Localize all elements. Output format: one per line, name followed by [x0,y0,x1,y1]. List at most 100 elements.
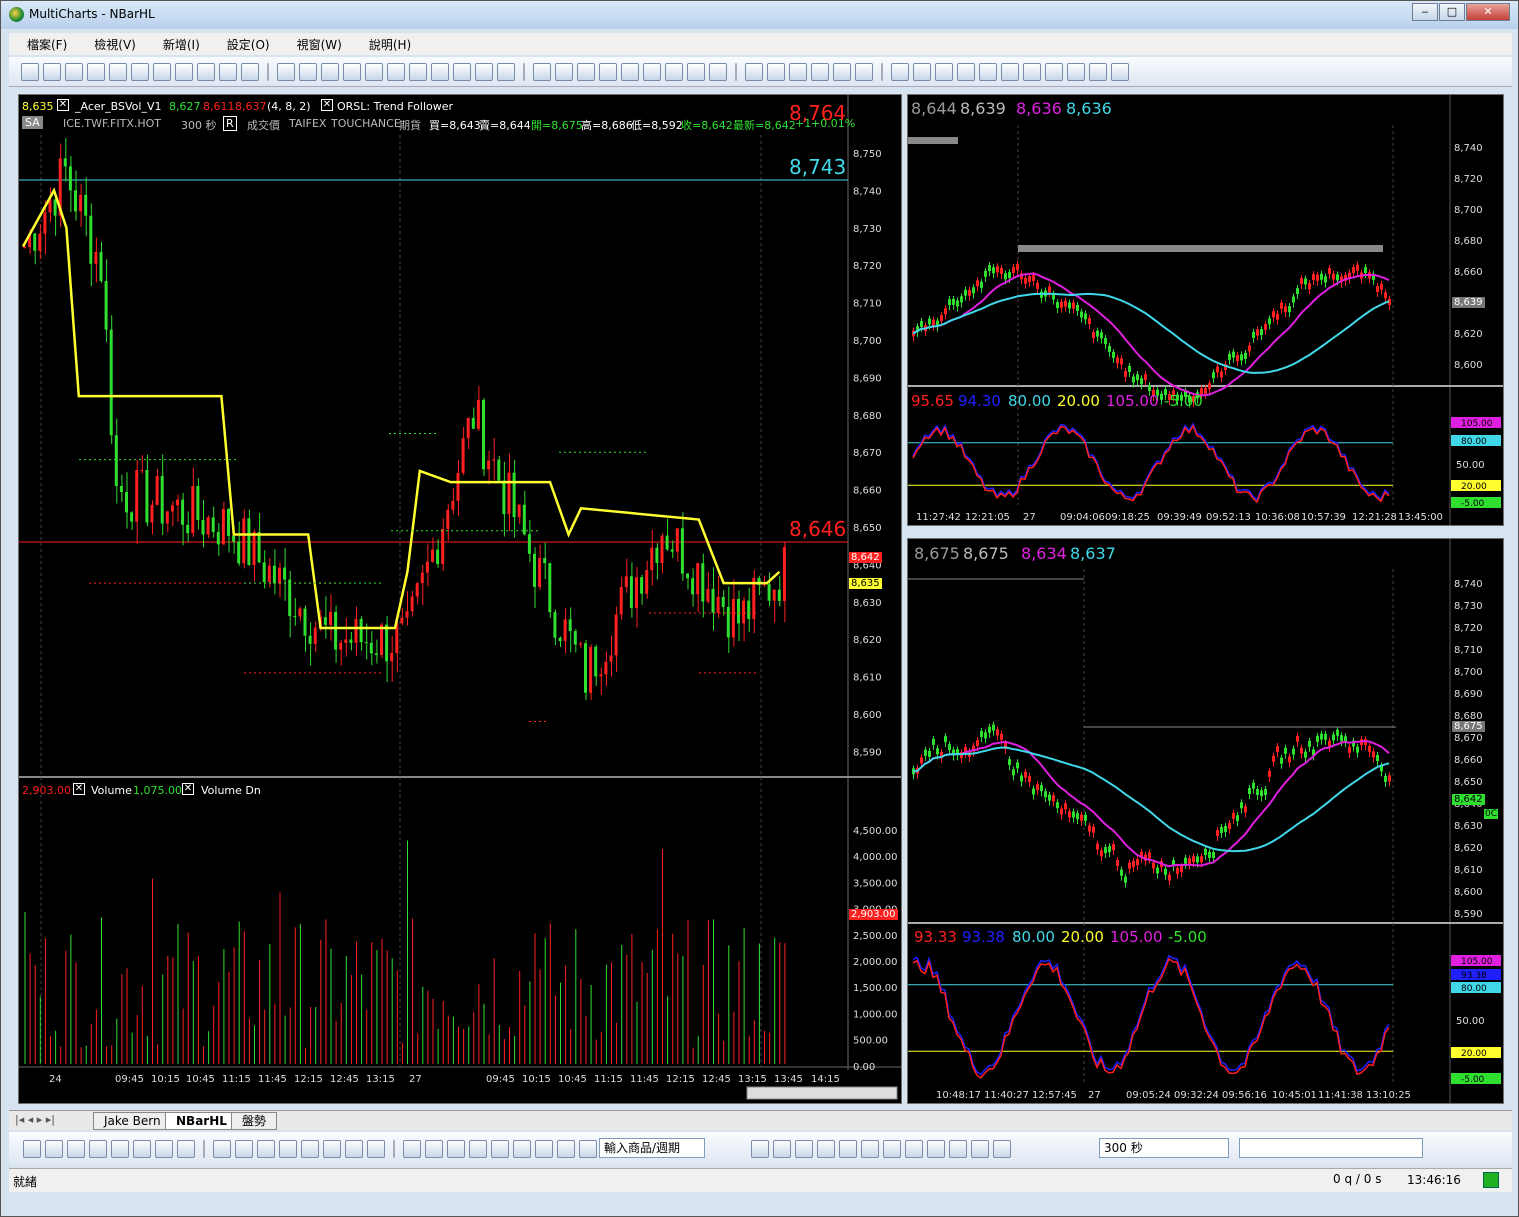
toolbar-button[interactable] [687,62,705,81]
drawing-tool-button[interactable] [345,1140,363,1158]
toolbar-button[interactable] [431,62,449,81]
toolbar-button[interactable] [533,62,551,81]
drawing-tool-button[interactable] [177,1140,195,1158]
close-volume-dn-icon[interactable]: ✕ [182,783,194,795]
chart-tool-button[interactable] [861,1140,879,1158]
drawing-tool-button[interactable] [257,1140,275,1158]
chart-tool-button[interactable] [817,1140,835,1158]
drawing-tool-button[interactable] [23,1140,41,1158]
menu-help[interactable]: 說明(H) [369,36,411,53]
toolbar-button[interactable] [555,62,573,81]
toolbar-button[interactable] [1045,62,1063,81]
drawing-tool-button[interactable] [213,1140,231,1158]
toolbar-button[interactable] [1001,62,1019,81]
interval-combo[interactable]: 300 秒 [1099,1138,1229,1158]
chart-tool-button[interactable] [751,1140,769,1158]
toolbar-button[interactable] [267,62,269,81]
toolbar-button[interactable] [65,62,83,81]
toolbar-button[interactable] [475,62,493,81]
toolbar-button[interactable] [891,62,909,81]
menu-insert[interactable]: 新增(I) [163,36,200,53]
tab-market[interactable]: 盤勢 [231,1112,278,1130]
toolbar-button[interactable] [979,62,997,81]
toolbar-button[interactable] [1067,62,1085,81]
symbol-interval-combo[interactable]: 輸入商品/週期 [599,1138,705,1158]
close-volume-icon[interactable]: ✕ [73,783,85,795]
toolbar-button[interactable] [709,62,727,81]
chart-tool-button[interactable] [839,1140,857,1158]
drawing-tool-button[interactable] [111,1140,129,1158]
drawing-tool-button[interactable] [403,1140,421,1158]
close-button[interactable]: ✕ [1466,3,1510,21]
toolbar-button[interactable] [599,62,617,81]
toolbar-button[interactable] [745,62,763,81]
toolbar-button[interactable] [767,62,785,81]
toolbar-button[interactable] [913,62,931,81]
drawing-tool-button[interactable] [279,1140,297,1158]
drawing-tool-button[interactable] [491,1140,509,1158]
chart-tool-button[interactable] [993,1140,1011,1158]
menu-window[interactable]: 視窗(W) [297,36,342,53]
toolbar-button[interactable] [1089,62,1107,81]
drawing-tool-button[interactable] [155,1140,173,1158]
right-bottom-chart-window[interactable]: 8,740 8,730 8,720 8,710 8,700 8,690 8,680 8,670… [907,538,1504,1104]
toolbar-button[interactable] [277,62,295,81]
left-price-chart[interactable]: 8,750 8,740 8,730 8,720 8,710 8,700 8,690 8,680… [19,95,901,1103]
toolbar-button[interactable] [153,62,171,81]
toolbar-button[interactable] [197,62,215,81]
drawing-tool-button[interactable] [469,1140,487,1158]
toolbar-button[interactable] [387,62,405,81]
minimize-button[interactable]: ‒ [1412,3,1438,21]
toolbar-button[interactable] [1023,62,1041,81]
toolbar-button[interactable] [957,62,975,81]
left-chart-window[interactable]: 8,750 8,740 8,730 8,720 8,710 8,700 8,690 8,680… [18,94,902,1104]
chart-tool-button[interactable] [949,1140,967,1158]
menu-settings[interactable]: 設定(O) [227,36,270,53]
drawing-tool-button[interactable] [45,1140,63,1158]
toolbar-button[interactable] [219,62,237,81]
chart-tool-button[interactable] [883,1140,901,1158]
search-combo[interactable] [1239,1138,1423,1158]
drawing-tool-button[interactable] [579,1140,597,1158]
toolbar-button[interactable] [643,62,661,81]
r-button[interactable]: R [223,116,237,131]
tab-nbarhl[interactable]: NBarHL [165,1112,238,1130]
toolbar-button[interactable] [855,62,873,81]
toolbar-button[interactable] [43,62,61,81]
toolbar-button[interactable] [241,62,259,81]
toolbar-button[interactable] [175,62,193,81]
drawing-tool-button[interactable] [557,1140,575,1158]
chart-tool-button[interactable] [927,1140,945,1158]
toolbar-button[interactable] [343,62,361,81]
chart-tool-button[interactable] [773,1140,791,1158]
drawing-tool-button[interactable] [367,1140,385,1158]
tab-jake-bern[interactable]: Jake Bern [93,1112,172,1130]
drawing-tool-button[interactable] [513,1140,531,1158]
drawing-tool-button[interactable] [133,1140,151,1158]
maximize-button[interactable]: □ [1439,3,1465,21]
menu-view[interactable]: 檢視(V) [94,36,136,53]
close-study-icon[interactable]: ✕ [57,99,69,111]
drawing-tool-button[interactable] [425,1140,443,1158]
toolbar-button[interactable] [789,62,807,81]
drawing-tool-button[interactable] [89,1140,107,1158]
toolbar-button[interactable] [665,62,683,81]
drawing-tool-button[interactable] [235,1140,253,1158]
mode-select[interactable]: SA [22,116,43,129]
toolbar-button[interactable] [109,62,127,81]
toolbar-button[interactable] [833,62,851,81]
drawing-tool-button[interactable] [535,1140,553,1158]
toolbar-button[interactable] [881,62,883,81]
toolbar-button[interactable] [131,62,149,81]
right-bottom-price-chart[interactable]: 8,7408,7308,7208,7108,7008,6908,6808,670… [908,539,1503,1103]
menu-file[interactable]: 檔案(F) [27,36,67,53]
toolbar-button[interactable] [577,62,595,81]
chart-tool-button[interactable] [795,1140,813,1158]
toolbar-button[interactable] [621,62,639,81]
toolbar-button[interactable] [811,62,829,81]
toolbar-button[interactable] [321,62,339,81]
toolbar-button[interactable] [523,62,525,81]
drawing-tool-button[interactable] [203,1140,205,1158]
toolbar-button[interactable] [409,62,427,81]
right-top-chart-window[interactable]: 8,7408,7208,7008,6808,6608,6408,6208,600… [907,94,1504,526]
